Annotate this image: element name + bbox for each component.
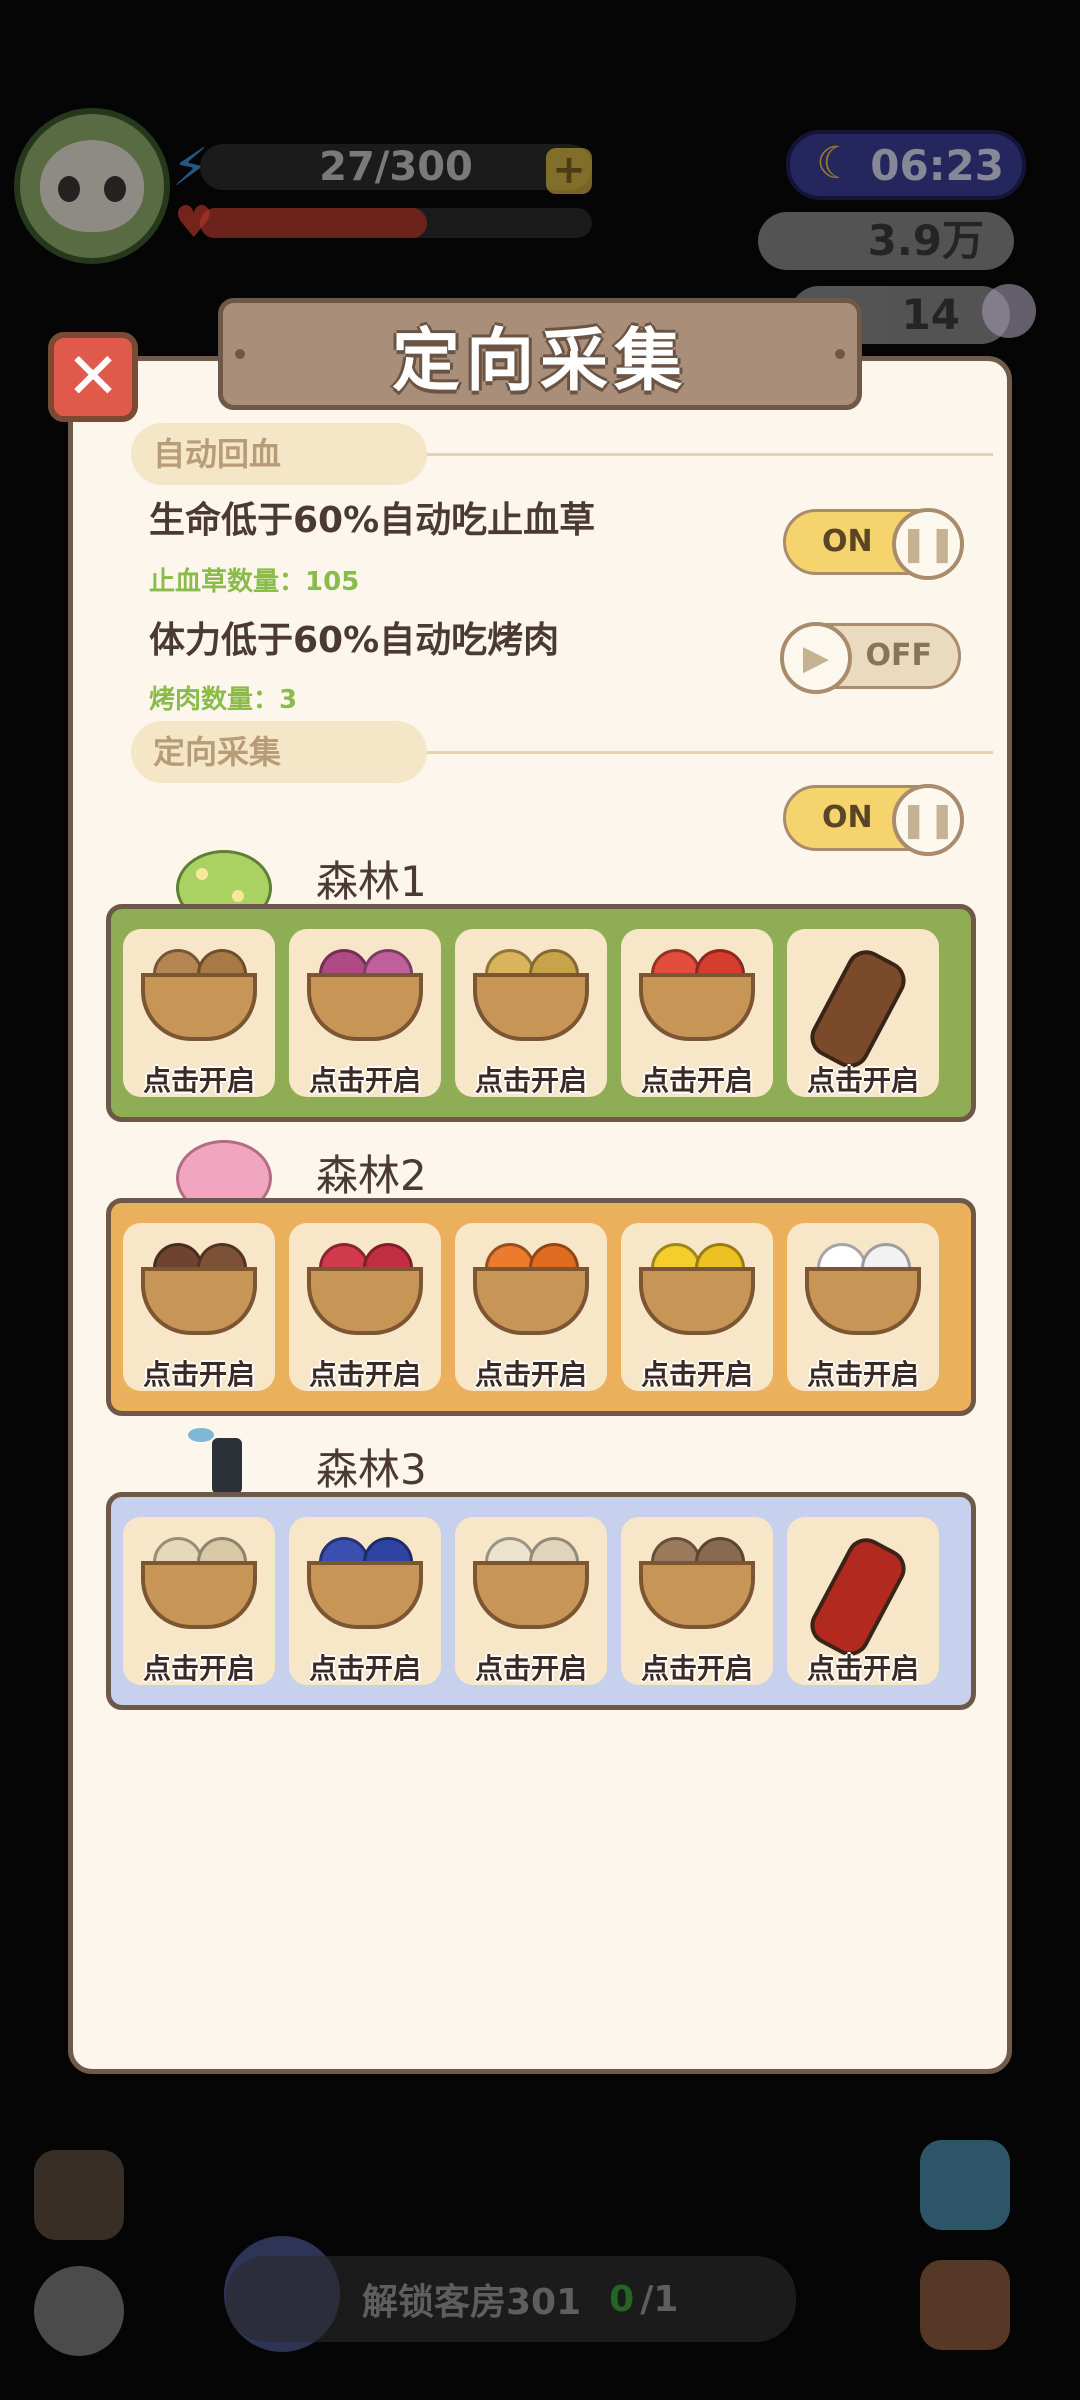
slot-label: 点击开启 [474,1064,587,1097]
forest-3-panel: 点击开启 点击开启 点击开启 点击开启 点击开启 [106,1492,976,1710]
pause-icon: ❚❚ [892,784,964,856]
slot-lemon[interactable]: 点击开启 [621,1223,773,1391]
slot-yellow-potato[interactable]: 点击开启 [455,929,607,1097]
game-clock: ☾ 06:23 [786,130,1026,200]
player-avatar[interactable] [14,108,170,264]
slot-label: 点击开启 [308,1652,421,1685]
task-bar[interactable]: 解锁客房301 0 /1 [226,2256,796,2342]
close-button[interactable]: ✕ [48,332,138,422]
slot-label: 点击开启 [640,1064,753,1097]
rule-stamina-text: 体力低于60%自动吃烤肉 [149,620,560,661]
slot-firewood[interactable]: 点击开启 [123,1517,275,1685]
energy-bar: 27/300 [200,144,592,190]
task-text: 解锁客房301 [362,2282,582,2323]
slot-label: 点击开启 [806,1358,919,1391]
slot-label: 点击开启 [640,1358,753,1391]
slot-cotton[interactable]: 点击开启 [787,1223,939,1391]
section-directed-gather: 定向采集 [131,721,427,783]
toggle-auto-stamina[interactable]: ▶ OFF [780,622,961,694]
slot-label: 点击开启 [806,1064,919,1097]
section-auto-heal: 自动回血 [131,423,427,485]
forest-1-title: 森林1 [316,857,427,906]
slot-taro[interactable]: 点击开启 [123,1223,275,1391]
slot-label: 点击开启 [142,1358,255,1391]
forest-1-panel: 点击开启 点击开启 点击开启 点击开启 点击开启 [106,904,976,1122]
panda-face-icon [40,140,144,232]
rule-hp-count: 止血草数量：105 [149,567,360,597]
dialog-title-banner: 定向采集 [218,298,862,410]
slot-log[interactable]: 点击开启 [787,929,939,1097]
slot-carrot[interactable]: 点击开启 [455,1223,607,1391]
task-progress-total: /1 [640,2278,679,2320]
slot-label: 点击开启 [474,1358,587,1391]
slot-label: 点击开启 [142,1652,255,1685]
rule-stamina-count: 烤肉数量：3 [149,685,298,715]
slot-garlic[interactable]: 点击开启 [455,1517,607,1685]
toggle-directed-gather[interactable]: ON ❚❚ [783,784,964,856]
moon-icon: ☾ [816,138,856,189]
slot-label: 点击开启 [640,1652,753,1685]
money-counter: 3.9万 [758,212,1014,270]
toggle-label: OFF [865,638,933,673]
house-icon[interactable] [920,2260,1010,2350]
dialog-title: 定向采集 [391,321,688,401]
slot-blueberry[interactable]: 点击开启 [289,1517,441,1685]
task-progress-done: 0 [609,2278,635,2320]
slot-mushroom[interactable]: 点击开启 [621,1517,773,1685]
whistle-icon[interactable] [920,2140,1010,2230]
toggle-auto-hp[interactable]: ON ❚❚ [783,508,964,580]
divider [427,453,993,456]
health-bar [200,208,592,238]
slot-potato[interactable]: 点击开启 [123,929,275,1097]
divider [427,751,993,754]
rule-hp-text: 生命低于60%自动吃止血草 [149,500,596,541]
slot-raspberry[interactable]: 点击开启 [289,1223,441,1391]
pearl-icon [982,284,1036,338]
slot-label: 点击开启 [308,1358,421,1391]
slot-label: 点击开启 [474,1652,587,1685]
forest-3-title: 森林3 [316,1445,427,1494]
slot-red-wood[interactable]: 点击开启 [787,1517,939,1685]
backpack-icon[interactable] [34,2150,124,2240]
slot-rose[interactable]: 点击开启 [289,929,441,1097]
pause-icon: ❚❚ [892,508,964,580]
forest-2-panel: 点击开启 点击开启 点击开启 点击开启 点击开启 [106,1198,976,1416]
toggle-label: ON [822,524,873,559]
add-energy-button[interactable]: + [546,148,592,194]
toggle-label: ON [822,800,873,835]
slot-label: 点击开启 [806,1652,919,1685]
forest-2-title: 森林2 [316,1151,427,1200]
play-icon: ▶ [780,622,852,694]
paw-icon[interactable] [34,2266,124,2356]
time-text: 06:23 [870,140,1004,190]
slot-apple[interactable]: 点击开启 [621,929,773,1097]
slot-label: 点击开启 [308,1064,421,1097]
slot-label: 点击开启 [142,1064,255,1097]
